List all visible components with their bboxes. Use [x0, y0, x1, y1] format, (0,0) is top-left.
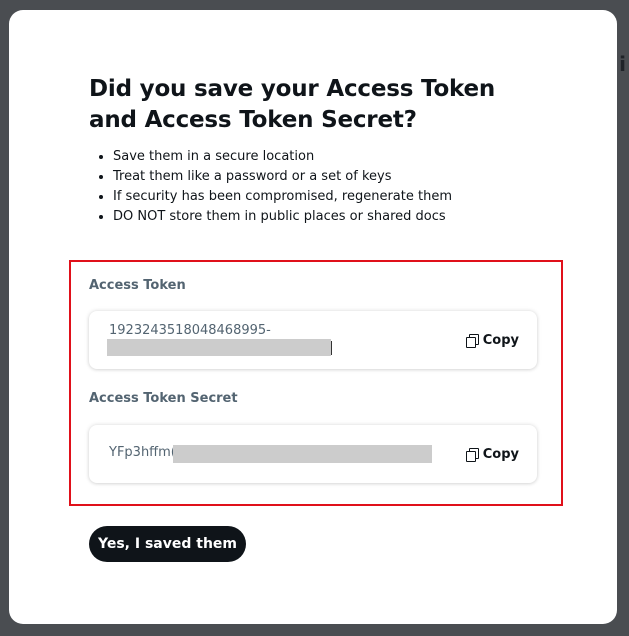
copy-access-token-secret-button[interactable]: Copy: [465, 425, 519, 483]
save-token-dialog: Did you save your Access Token and Acces…: [9, 10, 617, 624]
access-token-secret-value[interactable]: YFp3hffm(: [109, 445, 176, 460]
background-page-text: i: [619, 52, 626, 76]
redacted-block: [173, 445, 432, 463]
confirm-saved-button[interactable]: Yes, I saved them: [89, 526, 246, 562]
list-item: DO NOT store them in public places or sh…: [113, 207, 452, 227]
access-token-value[interactable]: 1923243518048468995-: [109, 323, 271, 338]
list-item: If security has been compromised, regene…: [113, 187, 452, 207]
access-token-secret-label: Access Token Secret: [89, 391, 238, 406]
security-tips-list: Save them in a secure location Treat the…: [89, 147, 452, 227]
copy-access-token-button[interactable]: Copy: [465, 311, 519, 369]
text-cursor: [331, 341, 332, 355]
copy-icon: [465, 333, 479, 348]
list-item: Save them in a secure location: [113, 147, 452, 167]
list-item: Treat them like a password or a set of k…: [113, 167, 452, 187]
copy-button-label: Copy: [482, 446, 519, 462]
access-token-secret-card: YFp3hffm( Copy: [89, 425, 537, 483]
redacted-block: [107, 339, 331, 356]
dialog-title: Did you save your Access Token and Acces…: [89, 76, 496, 133]
access-token-card: 1923243518048468995- Copy: [89, 311, 537, 369]
copy-icon: [465, 447, 479, 462]
access-token-label: Access Token: [89, 278, 186, 293]
copy-button-label: Copy: [482, 332, 519, 348]
